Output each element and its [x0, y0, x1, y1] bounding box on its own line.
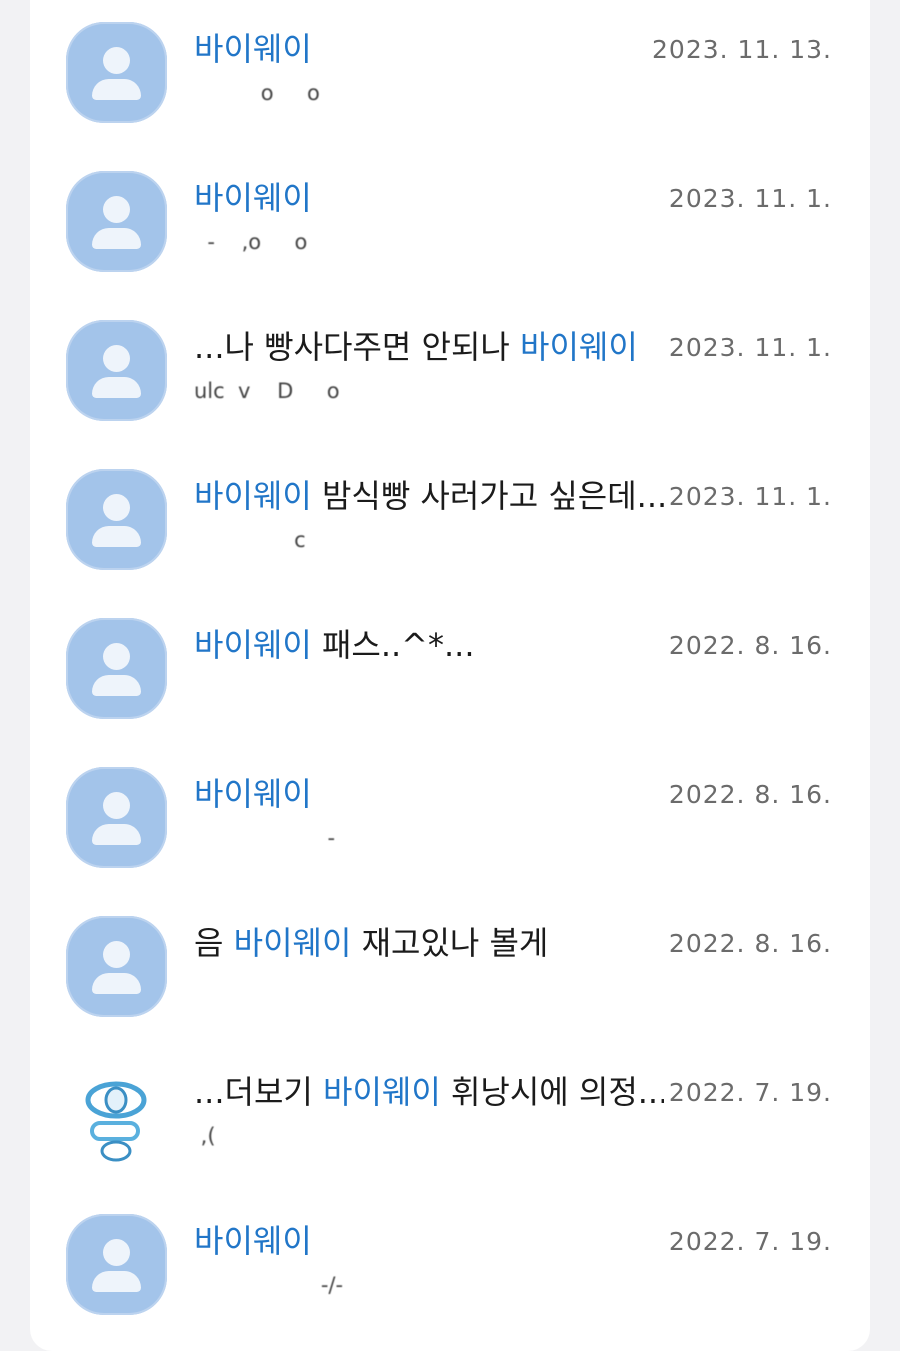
- room-date: 2023. 11. 1.: [668, 184, 832, 213]
- default-avatar-icon[interactable]: [66, 1214, 167, 1315]
- room-title: ...나 빵사다주면 안되나 바이웨이: [194, 325, 638, 369]
- highlighted-keyword: 바이웨이: [194, 1222, 312, 1260]
- title-text: 재고있나 볼게: [351, 924, 549, 962]
- room-title: 바이웨이 밤식빵 사러가고 싶은데...: [194, 474, 664, 518]
- room-date: 2023. 11. 13.: [652, 35, 832, 64]
- title-text: 패스..^*...: [311, 626, 475, 664]
- title-text: 휘낭시에 의정...: [440, 1073, 664, 1111]
- room-date: 2022. 8. 16.: [668, 780, 832, 809]
- room-title: 바이웨이: [194, 176, 312, 220]
- room-date: 2022. 7. 19.: [668, 1227, 832, 1256]
- room-date: 2023. 11. 1.: [668, 333, 832, 362]
- title-text: ...더보기: [194, 1073, 324, 1111]
- room-date: 2022. 8. 16.: [668, 631, 832, 660]
- highlighted-keyword: 바이웨이: [233, 924, 352, 962]
- message-preview: c: [194, 528, 306, 552]
- message-preview: -: [194, 826, 336, 850]
- custom-profile-icon[interactable]: [66, 1065, 167, 1166]
- room-title: ...더보기 바이웨이 휘낭시에 의정...: [194, 1070, 664, 1114]
- default-avatar-icon[interactable]: [66, 171, 167, 272]
- title-text: ...나 빵사다주면 안되나: [194, 328, 520, 366]
- room-date: 2022. 8. 16.: [668, 929, 832, 958]
- default-avatar-icon[interactable]: [66, 916, 167, 1017]
- message-preview: ulc v D o: [194, 379, 340, 403]
- message-preview: -/-: [194, 1273, 344, 1297]
- chat-room-item[interactable]: 바이웨이 밤식빵 사러가고 싶은데... 2023. 11. 1. c: [30, 447, 870, 596]
- room-title: 바이웨이: [194, 772, 312, 816]
- chat-room-item[interactable]: 바이웨이 2022. 7. 19. -/-: [30, 1192, 870, 1341]
- default-avatar-icon[interactable]: [66, 618, 167, 719]
- highlighted-keyword: 바이웨이: [194, 477, 312, 515]
- chat-room-item[interactable]: 바이웨이 패스..^*... 2022. 8. 16.: [30, 596, 870, 745]
- message-preview: - ,o o: [194, 230, 308, 254]
- room-date: 2022. 7. 19.: [668, 1078, 832, 1107]
- room-date: 2023. 11. 1.: [668, 482, 832, 511]
- default-avatar-icon[interactable]: [66, 767, 167, 868]
- default-avatar-icon[interactable]: [66, 22, 167, 123]
- chat-room-item[interactable]: 바이웨이 2023. 11. 13. o o: [30, 0, 870, 149]
- title-text: 음: [194, 924, 234, 962]
- chat-room-item[interactable]: 바이웨이 2022. 8. 16. -: [30, 745, 870, 894]
- highlighted-keyword: 바이웨이: [520, 328, 638, 366]
- highlighted-keyword: 바이웨이: [194, 179, 312, 217]
- chat-room-item[interactable]: 음 바이웨이 재고있나 볼게 2022. 8. 16.: [30, 894, 870, 1043]
- room-title: 바이웨이 패스..^*...: [194, 623, 475, 667]
- message-preview: o o: [194, 81, 320, 105]
- default-avatar-icon[interactable]: [66, 320, 167, 421]
- default-avatar-icon[interactable]: [66, 469, 167, 570]
- highlighted-keyword: 바이웨이: [194, 626, 312, 664]
- title-text: 밤식빵 사러가고 싶은데...: [311, 477, 664, 515]
- room-title: 바이웨이: [194, 1219, 312, 1263]
- chat-room-item[interactable]: ...더보기 바이웨이 휘낭시에 의정... 2022. 7. 19. ,(: [30, 1043, 870, 1192]
- room-title: 바이웨이: [194, 27, 312, 71]
- chat-room-item[interactable]: ...나 빵사다주면 안되나 바이웨이 2023. 11. 1. ulc v D o: [30, 298, 870, 447]
- search-results-list: 바이웨이 2023. 11. 13. o o 바이웨이 2023. 11. 1. - …: [30, 0, 870, 1351]
- highlighted-keyword: 바이웨이: [323, 1073, 441, 1111]
- message-preview: ,(: [194, 1124, 216, 1148]
- chat-room-item[interactable]: 바이웨이 2023. 11. 1. - ,o o: [30, 149, 870, 298]
- highlighted-keyword: 바이웨이: [194, 775, 312, 813]
- highlighted-keyword: 바이웨이: [194, 30, 312, 68]
- room-title: 음 바이웨이 재고있나 볼게: [194, 921, 548, 965]
